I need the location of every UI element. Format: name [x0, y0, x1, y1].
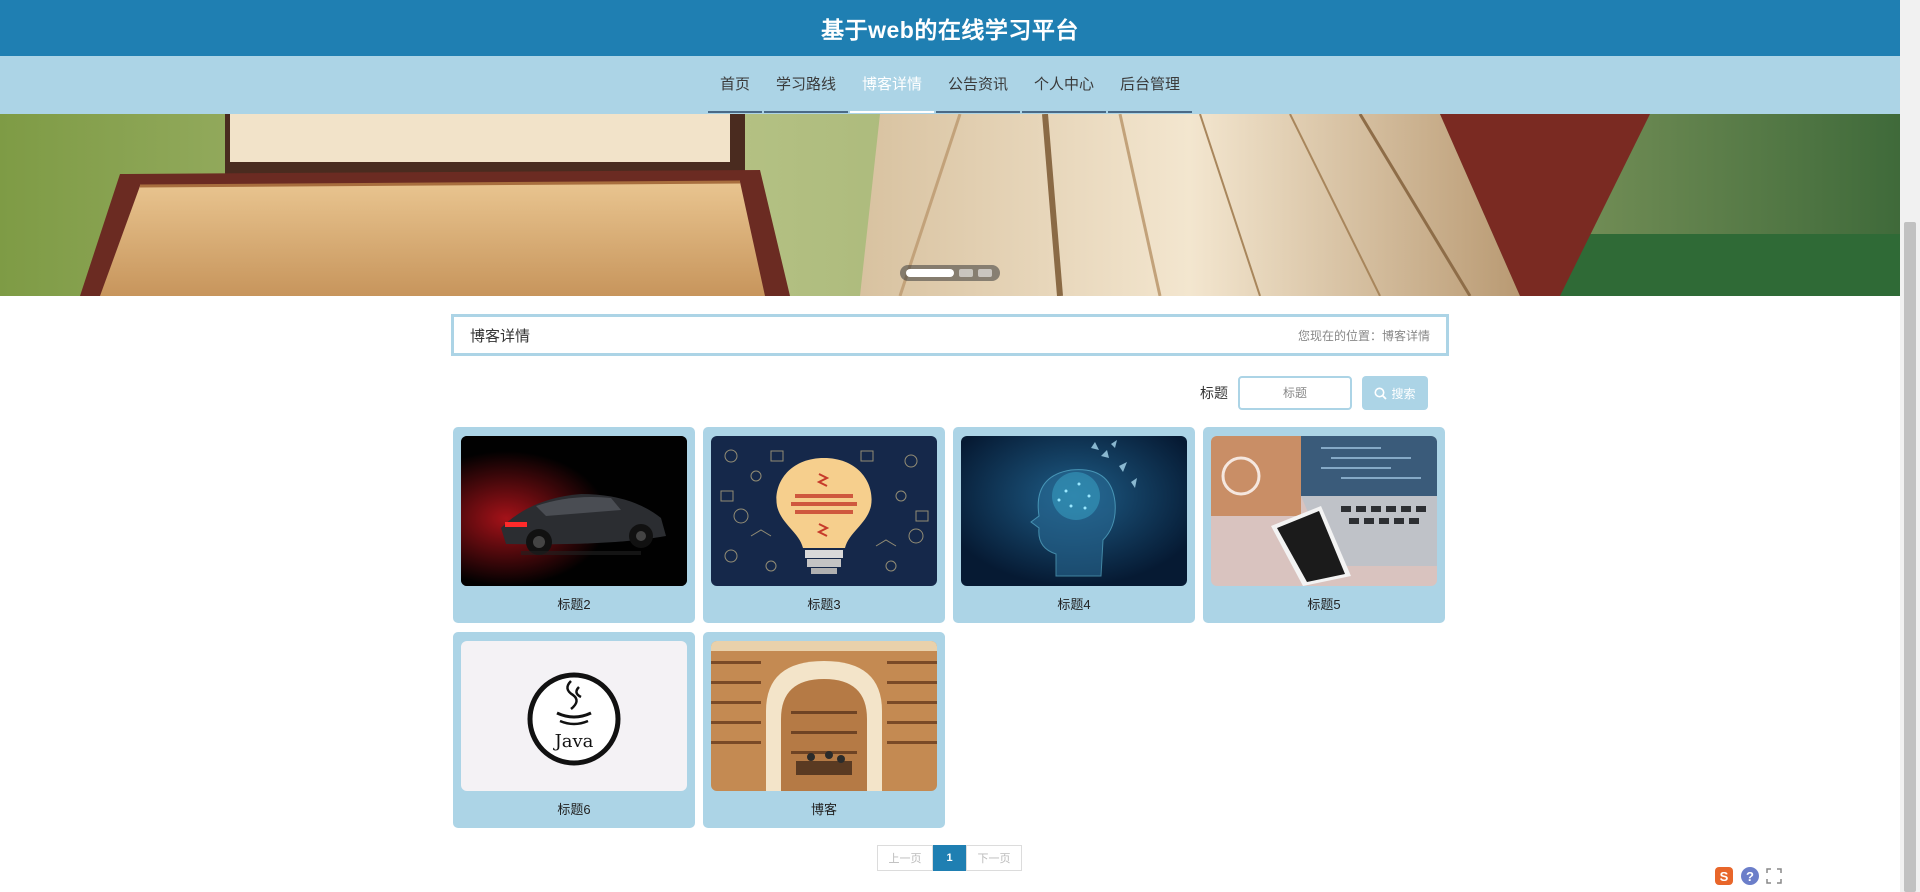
page: 基于web的在线学习平台 首页 学习路线 博客详情 公告资讯 个人中心 后台管理 [0, 0, 1900, 892]
nav-item-learning-path[interactable]: 学习路线 [763, 56, 848, 113]
carousel-dot-2[interactable] [959, 269, 973, 277]
help-icon[interactable]: ? [1740, 866, 1760, 891]
nav-item-announcements[interactable]: 公告资讯 [936, 56, 1021, 113]
page-number-button[interactable]: 1 [933, 845, 966, 871]
nav-item-blog[interactable]: 博客详情 [849, 56, 934, 113]
main-nav: 首页 学习路线 博客详情 公告资讯 个人中心 后台管理 [0, 56, 1900, 114]
carousel-dot-1[interactable] [906, 269, 954, 277]
page-title: 博客详情 [470, 327, 531, 345]
blog-card[interactable]: 标题4 [953, 427, 1195, 623]
site-header: 基于web的在线学习平台 [0, 0, 1900, 56]
search-button[interactable]: 搜索 [1362, 376, 1428, 410]
search-icon [1374, 387, 1388, 400]
site-title: 基于web的在线学习平台 [821, 17, 1079, 43]
card-title: 博客 [810, 802, 837, 817]
blog-card[interactable]: Java 标题6 [453, 632, 695, 828]
card-image-bookstore-interior [711, 641, 937, 791]
breadcrumb-bar: 博客详情 您现在的位置：博客详情 [451, 314, 1449, 356]
card-image-laptop-desk [1211, 436, 1437, 586]
search-row: 标题 搜索 [1200, 376, 1428, 410]
carousel-dot-3[interactable] [978, 269, 992, 277]
card-image-lightbulb-doodle [711, 436, 937, 586]
banner-carousel[interactable] [0, 114, 1900, 296]
fullscreen-icon[interactable] [1766, 868, 1782, 889]
card-title: 标题3 [807, 597, 841, 612]
input-method-icon[interactable]: S [1714, 866, 1734, 891]
next-page-button[interactable]: 下一页 [966, 845, 1022, 871]
card-image-sports-car [461, 436, 687, 586]
svg-text:Java: Java [553, 731, 594, 752]
card-title: 标题6 [557, 802, 591, 817]
pagination: 上一页 1 下一页 [877, 845, 1022, 871]
breadcrumb-location: 您现在的位置：博客详情 [1297, 328, 1430, 343]
scrollbar-thumb[interactable] [1904, 222, 1916, 892]
prev-page-button[interactable]: 上一页 [877, 845, 933, 871]
blog-card[interactable]: 标题3 [703, 427, 945, 623]
floating-widgets: S ? [1714, 866, 1788, 891]
search-input[interactable] [1238, 376, 1352, 410]
nav-item-personal-center[interactable]: 个人中心 [1022, 56, 1107, 113]
blog-card[interactable]: 博客 [703, 632, 945, 828]
search-button-label: 搜索 [1391, 386, 1416, 401]
blog-card[interactable]: 标题2 [453, 427, 695, 623]
card-title: 标题4 [1057, 597, 1091, 612]
card-image-java-logo: Java [461, 641, 687, 791]
card-title: 标题5 [1307, 597, 1341, 612]
svg-text:?: ? [1746, 869, 1754, 884]
carousel-indicators [900, 265, 1000, 281]
page-scrollbar[interactable] [1900, 0, 1920, 892]
card-image-digital-brain-head [961, 436, 1187, 586]
card-title: 标题2 [557, 597, 591, 612]
nav-item-home[interactable]: 首页 [707, 56, 762, 113]
search-label: 标题 [1200, 385, 1228, 401]
blog-card[interactable]: 标题5 [1203, 427, 1445, 623]
nav-item-admin[interactable]: 后台管理 [1108, 56, 1193, 113]
svg-text:S: S [1720, 869, 1729, 884]
